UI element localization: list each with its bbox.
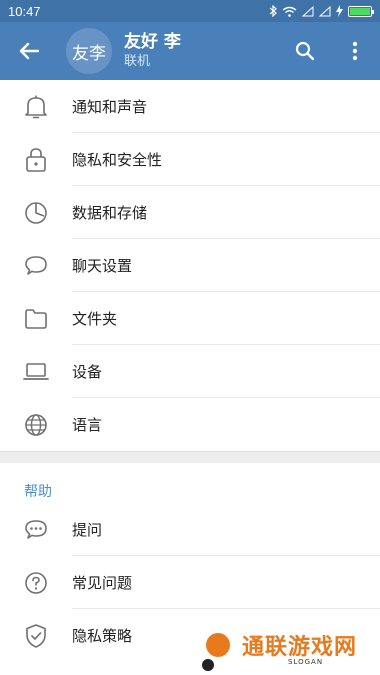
battery-icon: [348, 5, 374, 17]
laptop-icon: [0, 362, 72, 382]
question-circle-icon: [0, 571, 72, 595]
menu-item-language[interactable]: 语言: [0, 398, 380, 451]
menu-item-label: 隐私和安全性: [72, 151, 163, 169]
wifi-icon: [282, 6, 297, 17]
bell-icon: [0, 94, 72, 120]
pie-chart-icon: [0, 201, 72, 225]
profile-name: 友好 李: [124, 32, 181, 52]
menu-item-notifications[interactable]: 通知和声音: [0, 80, 380, 133]
app-actions: [280, 22, 380, 80]
signal-icon: [302, 5, 314, 16]
search-button[interactable]: [280, 22, 330, 80]
menu-item-chat-settings[interactable]: 聊天设置: [0, 239, 380, 292]
menu-item-folders[interactable]: 文件夹: [0, 292, 380, 345]
app-bar: 友李 友好 李 联机: [0, 22, 380, 80]
menu-item-label: 提问: [72, 521, 103, 539]
back-button[interactable]: [0, 22, 58, 80]
status-time: 10:47: [8, 3, 41, 19]
more-vertical-icon: [352, 41, 358, 61]
menu-item-label: 通知和声音: [72, 98, 148, 116]
folder-icon: [0, 308, 72, 330]
status-bar: 10:47: [0, 0, 380, 22]
menu-item-data-storage[interactable]: 数据和存储: [0, 186, 380, 239]
help-section-title: 帮助: [24, 484, 52, 500]
watermark-emblem-icon: [202, 633, 230, 671]
charging-icon: [336, 5, 343, 17]
more-options-button[interactable]: [330, 22, 380, 80]
menu-item-ask-question[interactable]: 提问: [0, 503, 380, 556]
menu-item-faq[interactable]: 常见问题: [0, 556, 380, 609]
profile-status: 联机: [124, 54, 151, 69]
menu-item-label: 数据和存储: [72, 204, 148, 222]
search-icon: [295, 41, 315, 61]
profile-title[interactable]: 友好 李 联机: [124, 32, 181, 70]
signal-icon-2: [319, 5, 331, 16]
section-divider: [0, 451, 380, 463]
help-section-header: 帮助: [0, 463, 380, 503]
globe-icon: [0, 413, 72, 437]
watermark-text: 通联游戏网: [242, 635, 358, 660]
menu-item-label: 文件夹: [72, 310, 118, 328]
lock-icon: [0, 147, 72, 173]
avatar-initials: 友李: [72, 43, 106, 64]
status-icons: [269, 5, 374, 17]
chat-bubble-icon: [0, 254, 72, 278]
menu-item-privacy-security[interactable]: 隐私和安全性: [0, 133, 380, 186]
shield-check-icon: [0, 623, 72, 649]
chat-dots-icon: [0, 518, 72, 542]
menu-item-devices[interactable]: 设备: [0, 345, 380, 398]
watermark-slogan: SLOGAN: [288, 658, 324, 666]
avatar[interactable]: 友李: [66, 28, 112, 74]
bluetooth-icon: [269, 5, 277, 17]
arrow-left-icon: [19, 42, 39, 60]
menu-item-label: 聊天设置: [72, 257, 133, 275]
menu-item-label: 隐私策略: [72, 627, 133, 645]
menu-item-label: 语言: [72, 416, 103, 434]
menu-item-label: 常见问题: [72, 574, 133, 592]
watermark-logo: 通联游戏网 SLOGAN: [200, 625, 380, 675]
menu-item-label: 设备: [72, 363, 103, 381]
settings-menu: 通知和声音 隐私和安全性 数据和存储 聊天设置 文件夹 设备 语言 帮助 提问 …: [0, 80, 380, 662]
